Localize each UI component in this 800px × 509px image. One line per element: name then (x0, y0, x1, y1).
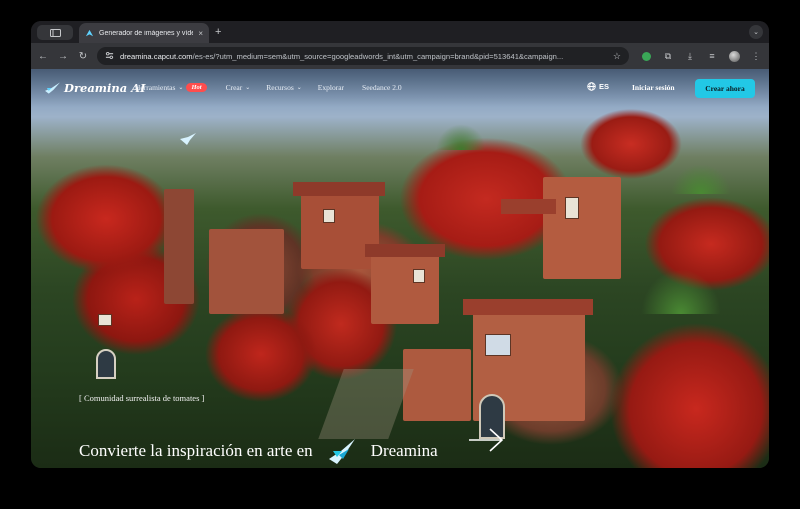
tomato-leaves (671, 164, 731, 194)
brand-text: Dreamina (370, 441, 438, 460)
chevron-down-icon: ⌄ (296, 85, 302, 91)
menu-item-crear[interactable]: Crear ⌄ (226, 83, 251, 92)
roof (501, 199, 556, 214)
language-label: ES (599, 82, 610, 91)
menu-dots-icon[interactable]: ⋮ (747, 46, 765, 66)
window (323, 209, 335, 223)
path (318, 369, 414, 439)
favicon-icon (85, 29, 94, 38)
tab-title: Generador de imágenes y vídeos (99, 29, 194, 37)
tower (164, 189, 194, 304)
menu-item-label: Recursos (266, 83, 294, 92)
hero-headline: Convierte la inspiración en arte en Drea… (79, 437, 438, 465)
roof (365, 244, 445, 257)
logo-text: Dreamina AI (64, 81, 146, 95)
house (301, 194, 379, 269)
language-selector[interactable]: ES (587, 82, 609, 91)
house (209, 229, 284, 314)
dreamina-logo-icon (45, 82, 60, 94)
browser-window: Generador de imágenes y vídeos × + ⌄ ← →… (31, 21, 769, 468)
window (413, 269, 425, 283)
browser-tab[interactable]: Generador de imágenes y vídeos × (79, 23, 209, 43)
tab-strip: Generador de imágenes y vídeos × + ⌄ (31, 21, 769, 43)
menu-item-label: Seedance 2.0 (362, 83, 402, 92)
forward-icon[interactable]: → (53, 46, 73, 66)
window (98, 314, 112, 326)
chevron-down-icon: ⌄ (178, 85, 184, 91)
tab-search-chevron-icon[interactable]: ⌄ (749, 25, 763, 39)
tomato-leaves (641, 269, 721, 314)
hot-badge: Hot (186, 83, 207, 92)
site-info-icon[interactable] (105, 47, 114, 65)
site-navbar: Dreamina AI Herramientas ⌄ Hot Crear ⌄ R… (31, 69, 769, 107)
puzzle-icon[interactable]: ⧉ (659, 46, 677, 66)
menu-item-label: Explorar (317, 83, 345, 92)
url-text: dreamina.capcut.com/es-es/?utm_medium=se… (120, 52, 607, 61)
new-tab-button[interactable]: + (215, 25, 221, 39)
headline-text: Convierte la inspiración en arte en (79, 441, 313, 460)
browser-toolbar: ← → ↻ dreamina.capcut.com/es-es/?utm_med… (31, 43, 769, 69)
dreamina-brand-icon (327, 437, 357, 465)
main-menu: Herramientas ⌄ Hot Crear ⌄ Recursos ⌄ Ex… (135, 83, 402, 92)
menu-item-label: Herramientas (135, 83, 176, 92)
back-icon[interactable]: ← (33, 46, 53, 66)
globe-icon (587, 82, 596, 91)
address-bar[interactable]: dreamina.capcut.com/es-es/?utm_medium=se… (97, 47, 629, 65)
bookmark-star-icon[interactable]: ☆ (613, 51, 621, 62)
hero-background: Dreamina AI Herramientas ⌄ Hot Crear ⌄ R… (31, 69, 769, 468)
menu-item-recursos[interactable]: Recursos ⌄ (266, 83, 302, 92)
profile-icon[interactable] (725, 46, 743, 66)
menu-item-label: Crear (225, 83, 243, 92)
login-button[interactable]: Iniciar sesión (632, 83, 675, 92)
house (403, 349, 471, 421)
house (543, 177, 621, 279)
window (485, 334, 511, 356)
house (371, 254, 439, 324)
close-icon[interactable]: × (198, 29, 203, 38)
url-path: /es-es/?utm_medium=sem&utm_source=google… (192, 51, 564, 61)
menu-item-seedance[interactable]: Seedance 2.0 (362, 83, 402, 92)
reload-icon[interactable]: ↻ (73, 46, 93, 66)
tomato-leaves (436, 124, 486, 150)
window (565, 197, 579, 219)
create-now-button[interactable]: Crear ahora (695, 79, 755, 98)
door (96, 349, 116, 379)
menu-item-herramientas[interactable]: Herramientas ⌄ Hot (135, 83, 207, 92)
tab-overview-icon[interactable] (37, 25, 73, 40)
toolbar-actions: ⧉ ⤓ ≡ ⋮ (637, 46, 765, 66)
dreamina-logo[interactable]: Dreamina AI (45, 81, 145, 95)
scene-caption: [ Comunidad surrealista de tomates ] (79, 393, 205, 403)
menu-item-explorar[interactable]: Explorar (318, 83, 344, 92)
chevron-down-icon: ⌄ (245, 85, 251, 91)
arrow-right-icon[interactable] (468, 427, 504, 458)
roof (293, 182, 385, 196)
download-icon[interactable]: ⤓ (681, 46, 699, 66)
extension-icon[interactable] (637, 46, 655, 66)
roof (463, 299, 593, 315)
url-host: dreamina.capcut.com (120, 51, 193, 61)
bird-icon (180, 132, 196, 150)
media-icon[interactable]: ≡ (703, 46, 721, 66)
